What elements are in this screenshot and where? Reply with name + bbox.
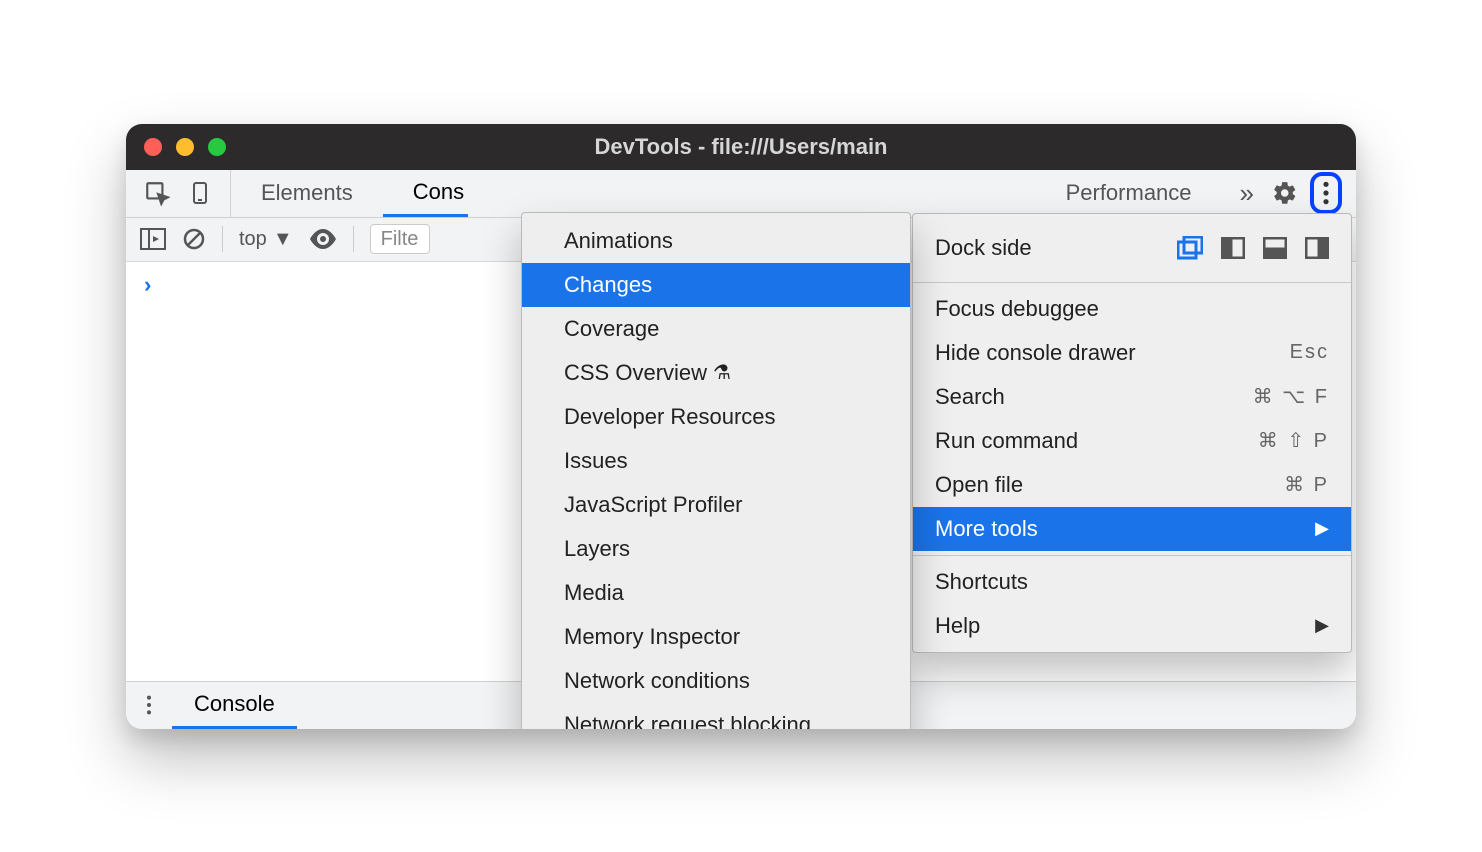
toolbar-divider	[353, 226, 354, 252]
drawer-menu-icon[interactable]	[126, 682, 172, 729]
toolbar-divider	[222, 226, 223, 252]
traffic-lights	[144, 138, 226, 156]
device-toggle-icon[interactable]	[188, 180, 212, 206]
tabs-overflow-button[interactable]: »	[1222, 170, 1272, 217]
window-title: DevTools - file:///Users/main	[126, 134, 1356, 160]
menu-run-command[interactable]: Run command ⌘ ⇧ P	[913, 419, 1351, 463]
menu-focus-debuggee[interactable]: Focus debuggee	[913, 287, 1351, 331]
console-sidebar-toggle-icon[interactable]	[140, 228, 166, 250]
menu-more-tools[interactable]: More tools ▶	[913, 507, 1351, 551]
inspect-element-icon[interactable]	[144, 180, 170, 206]
shortcut-text: Esc	[1290, 341, 1329, 364]
dropdown-triangle-icon: ▼	[273, 228, 293, 251]
submenu-arrow-icon: ▶	[1315, 518, 1329, 539]
filter-placeholder: Filte	[381, 228, 419, 251]
dock-left-icon[interactable]	[1221, 237, 1245, 259]
shortcut-text: ⌘ ⌥ F	[1253, 384, 1329, 409]
menu-search[interactable]: Search ⌘ ⌥ F	[913, 375, 1351, 419]
tab-performance[interactable]: Performance	[1066, 170, 1222, 217]
menu-hide-console-drawer[interactable]: Hide console drawer Esc	[913, 331, 1351, 375]
devtools-tabbar: Elements Cons Performance »	[126, 170, 1356, 218]
devtools-window: DevTools - file:///Users/main Elements C…	[126, 124, 1356, 729]
dock-side-label: Dock side	[935, 235, 1177, 261]
close-window-button[interactable]	[144, 138, 162, 156]
menu-open-file[interactable]: Open file ⌘ P	[913, 463, 1351, 507]
submenu-item-javascript-profiler[interactable]: JavaScript Profiler	[522, 483, 910, 527]
submenu-item-network-request-blocking[interactable]: Network request blocking	[522, 703, 910, 729]
context-label: top	[239, 228, 267, 251]
shortcut-text: ⌘ P	[1284, 472, 1329, 497]
submenu-item-memory-inspector[interactable]: Memory Inspector	[522, 615, 910, 659]
settings-gear-icon[interactable]	[1272, 180, 1298, 206]
submenu-item-css-overview[interactable]: CSS Overview⚗	[522, 351, 910, 395]
live-expression-eye-icon[interactable]	[309, 229, 337, 249]
menu-dock-side: Dock side	[913, 218, 1351, 278]
kebab-menu-icon[interactable]	[1322, 180, 1330, 206]
submenu-item-coverage[interactable]: Coverage	[522, 307, 910, 351]
dock-right-icon[interactable]	[1305, 237, 1329, 259]
drawer-tab-console[interactable]: Console	[172, 682, 297, 729]
customize-menu: Dock side	[912, 213, 1352, 653]
dock-undock-icon[interactable]	[1177, 236, 1203, 260]
minimize-window-button[interactable]	[176, 138, 194, 156]
submenu-item-animations[interactable]: Animations	[522, 219, 910, 263]
zoom-window-button[interactable]	[208, 138, 226, 156]
submenu-item-changes[interactable]: Changes	[522, 263, 910, 307]
console-prompt-chevron-icon: ›	[144, 272, 151, 298]
menu-help[interactable]: Help ▶	[913, 604, 1351, 648]
submenu-item-media[interactable]: Media	[522, 571, 910, 615]
submenu-item-network-conditions[interactable]: Network conditions	[522, 659, 910, 703]
experimental-flask-icon: ⚗	[713, 360, 731, 385]
submenu-arrow-icon: ▶	[1315, 615, 1329, 636]
menu-shortcuts[interactable]: Shortcuts	[913, 560, 1351, 604]
dock-bottom-icon[interactable]	[1263, 237, 1287, 259]
window-titlebar: DevTools - file:///Users/main	[126, 124, 1356, 170]
tab-console[interactable]: Cons	[383, 170, 468, 217]
submenu-item-layers[interactable]: Layers	[522, 527, 910, 571]
more-tools-submenu: Animations Changes Coverage CSS Overview…	[521, 212, 911, 729]
console-filter-input[interactable]: Filte	[370, 224, 430, 254]
shortcut-text: ⌘ ⇧ P	[1258, 428, 1329, 453]
customize-menu-highlight	[1310, 172, 1342, 214]
submenu-item-issues[interactable]: Issues	[522, 439, 910, 483]
submenu-item-developer-resources[interactable]: Developer Resources	[522, 395, 910, 439]
execution-context-selector[interactable]: top ▼	[239, 228, 293, 251]
clear-console-icon[interactable]	[182, 227, 206, 251]
tab-elements[interactable]: Elements	[231, 170, 383, 217]
